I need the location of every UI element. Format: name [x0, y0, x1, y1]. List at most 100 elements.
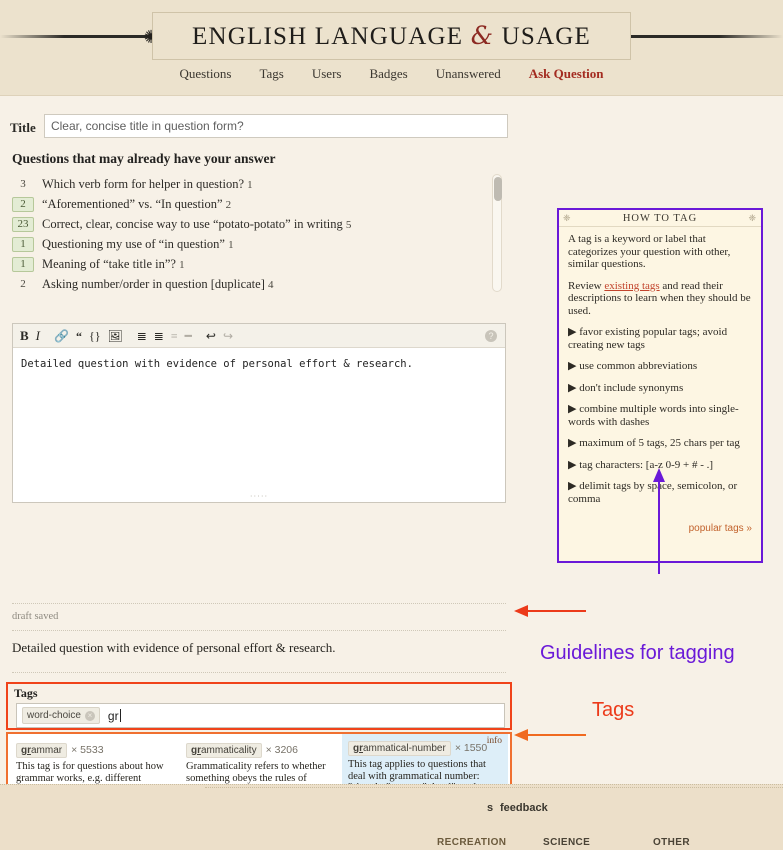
- suggestion-row[interactable]: 1 Questioning my use of “in question” 1: [12, 234, 502, 254]
- image-icon[interactable]: 🖼: [108, 330, 123, 342]
- site-header: ✺ ✺ ENGLISH LANGUAGE & USAGE Questions T…: [0, 0, 783, 96]
- suggestion-row[interactable]: 23 Correct, clear, concise way to use “po…: [12, 214, 502, 234]
- annotation-guidelines-label: Guidelines for tagging: [540, 642, 735, 664]
- nav-item-badges[interactable]: Badges: [369, 66, 407, 82]
- suggestion-vote-count: 2: [12, 196, 34, 212]
- nav-item-ask-question[interactable]: Ask Question: [529, 66, 604, 82]
- suggestion-row[interactable]: 2 “Aforementioned” vs. “In question” 2: [12, 194, 502, 214]
- how-to-tag-bullet: ▶ combine multiple words into single-wor…: [568, 403, 752, 428]
- site-logo[interactable]: ENGLISH LANGUAGE & USAGE: [152, 12, 631, 60]
- editor-resize-grip[interactable]: ·····: [250, 492, 268, 501]
- scrollbar-thumb[interactable]: [494, 177, 502, 201]
- suggestion-title[interactable]: Which verb form for helper in question? …: [42, 177, 253, 192]
- how-to-tag-bullet-text: favor existing popular tags; avoid creat…: [568, 326, 728, 351]
- tag-usage-count: × 1550: [454, 742, 488, 754]
- annotation-arrow-guidelines: [653, 468, 665, 574]
- title-row: Title: [10, 114, 508, 138]
- how-to-tag-title: HOW TO TAG: [622, 212, 698, 224]
- triangle-bullet-icon: ▶: [568, 326, 580, 338]
- tag-suggestion-header: grammar × 5533: [16, 740, 170, 758]
- para2-before: Review: [568, 279, 605, 292]
- divider-below-draft: [12, 630, 506, 631]
- annotation-arrow-tags: [514, 605, 586, 617]
- italic-icon[interactable]: I: [36, 329, 40, 342]
- suggestion-title[interactable]: Meaning of “take title in”? 1: [42, 257, 185, 272]
- site-title: ENGLISH LANGUAGE & USAGE: [192, 21, 591, 51]
- how-to-tag-para-1: A tag is a keyword or label that categor…: [568, 233, 731, 270]
- help-icon[interactable]: ?: [485, 330, 497, 342]
- suggestion-title[interactable]: “Aforementioned” vs. “In question” 2: [42, 197, 231, 212]
- blockquote-icon[interactable]: “: [76, 330, 82, 342]
- suggestions-heading: Questions that may already have your ans…: [12, 151, 276, 166]
- code-icon[interactable]: {}: [89, 330, 101, 342]
- tags-input[interactable]: word-choice × gr: [16, 703, 505, 728]
- tag-suggestion-header: grammatical-number × 1550: [348, 738, 502, 756]
- footer-category-other[interactable]: OTHER: [653, 837, 690, 848]
- hyperlink-icon[interactable]: 🔗: [54, 330, 69, 342]
- bulleted-list-icon[interactable]: ≣: [154, 330, 164, 342]
- numbered-list-icon[interactable]: ≣: [137, 330, 147, 342]
- annotation-arrow-tag-suggestions: [514, 729, 586, 741]
- triangle-bullet-icon: ▶: [568, 458, 580, 471]
- editor-toolbar: B I 🔗 “ {} 🖼 ≣ ≣ ≡ ━ ↩ ↪ ?: [13, 324, 505, 348]
- how-to-tag-bullet-text: maximum of 5 tags, 25 chars per tag: [579, 437, 740, 449]
- suggestion-answer-count: 2: [225, 198, 232, 211]
- suggestion-title[interactable]: Correct, clear, concise way to use “pota…: [42, 217, 351, 232]
- page-root: ✺ ✺ ENGLISH LANGUAGE & USAGE Questions T…: [0, 0, 783, 850]
- undo-icon[interactable]: ↩: [206, 330, 216, 342]
- question-editor[interactable]: B I 🔗 “ {} 🖼 ≣ ≣ ≡ ━ ↩ ↪ ? Detailed ques…: [12, 323, 506, 503]
- triangle-bullet-icon: ▶: [568, 480, 580, 492]
- editor-textarea[interactable]: Detailed question with evidence of perso…: [13, 348, 505, 380]
- tag-name-match: gr: [191, 745, 201, 756]
- how-to-tag-para-2: Review existing tags and read their desc…: [568, 280, 752, 318]
- tag-suggestion-name[interactable]: grammaticality: [186, 743, 262, 758]
- tag-suggestion-name[interactable]: grammar: [16, 743, 68, 758]
- suggestion-vote-count: 1: [12, 236, 34, 252]
- footer-category-science[interactable]: SCIENCE: [543, 837, 590, 848]
- close-icon[interactable]: ×: [84, 710, 95, 721]
- draft-saved-status: draft saved: [12, 611, 59, 622]
- tag-chip-word-choice[interactable]: word-choice ×: [22, 707, 100, 724]
- main-content: Title Questions that may already have yo…: [0, 96, 783, 850]
- suggestion-title[interactable]: Questioning my use of “in question” 1: [42, 237, 234, 252]
- tags-section: Tags word-choice × gr: [6, 682, 512, 730]
- site-title-left: ENGLISH LANGUAGE: [192, 23, 471, 50]
- suggestion-answer-count: 1: [179, 258, 185, 271]
- tag-typed-value: gr: [107, 708, 119, 723]
- nav-item-tags[interactable]: Tags: [259, 66, 283, 82]
- tags-label: Tags: [14, 686, 38, 700]
- suggestion-answer-count: 1: [247, 178, 253, 191]
- bold-icon[interactable]: B: [20, 329, 29, 342]
- horizontal-rule-icon[interactable]: ━: [185, 330, 192, 342]
- nav-item-questions[interactable]: Questions: [179, 66, 231, 82]
- suggestions-scrollbar[interactable]: [492, 174, 502, 292]
- suggestion-title[interactable]: Asking number/order in question [duplica…: [42, 277, 274, 292]
- suggestion-row[interactable]: 1 Meaning of “take title in”? 1: [12, 254, 502, 274]
- popular-tags-link[interactable]: popular tags »: [689, 523, 752, 534]
- redo-icon[interactable]: ↪: [223, 330, 233, 342]
- suggestion-row[interactable]: 2 Asking number/order in question [duplic…: [12, 274, 502, 294]
- suggestion-answer-count: 4: [268, 278, 274, 291]
- markdown-preview: Detailed question with evidence of perso…: [12, 640, 336, 655]
- tag-name-match: gr: [21, 745, 31, 756]
- tag-info-link[interactable]: info: [487, 736, 502, 746]
- site-title-ampersand: &: [470, 21, 495, 50]
- title-input[interactable]: [43, 114, 508, 138]
- nav-item-users[interactable]: Users: [312, 66, 342, 82]
- footer-feedback-link[interactable]: feedback: [500, 802, 548, 814]
- tag-usage-count: × 3206: [265, 744, 298, 756]
- tag-suggestion-name[interactable]: grammatical-number: [348, 741, 451, 756]
- tag-usage-count: × 5533: [71, 744, 104, 756]
- decoration-left-icon: ❈: [563, 212, 572, 223]
- tag-suggestion-header: grammaticality × 3206: [186, 740, 332, 758]
- tag-typed-text: gr: [107, 708, 121, 723]
- suggestion-row[interactable]: 3 Which verb form for helper in question?…: [12, 174, 502, 194]
- existing-tags-link[interactable]: existing tags: [604, 280, 659, 292]
- tag-name-match: gr: [353, 743, 363, 754]
- triangle-bullet-icon: ▶: [568, 360, 580, 372]
- suggestion-vote-count: 3: [20, 178, 26, 190]
- heading-icon[interactable]: ≡: [171, 330, 178, 342]
- suggestions-list: 3 Which verb form for helper in question?…: [12, 174, 502, 294]
- nav-item-unanswered[interactable]: Unanswered: [436, 66, 501, 82]
- footer-category-recreation[interactable]: RECREATION: [437, 837, 506, 848]
